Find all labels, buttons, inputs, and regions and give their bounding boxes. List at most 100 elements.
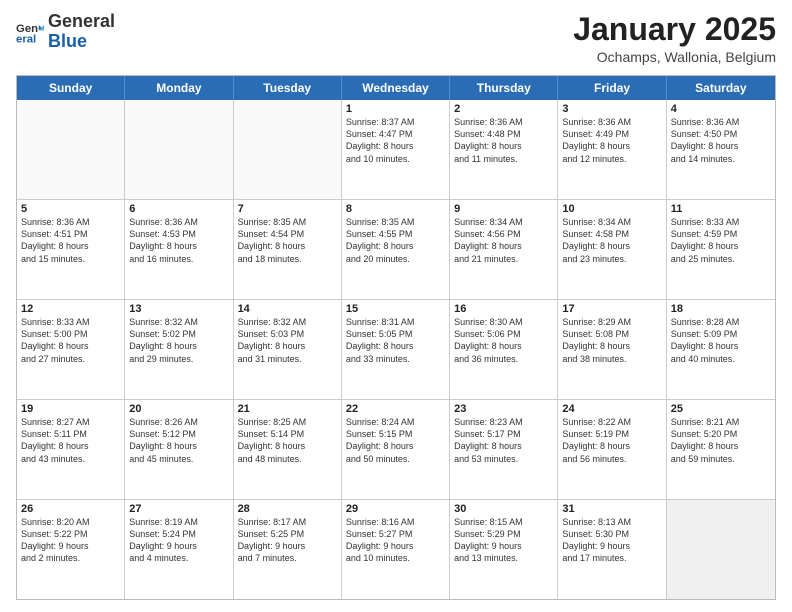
cell-text: Sunrise: 8:33 AM Sunset: 4:59 PM Dayligh… [671, 216, 771, 265]
calendar-cell: 19Sunrise: 8:27 AM Sunset: 5:11 PM Dayli… [17, 400, 125, 499]
cell-text: Sunrise: 8:20 AM Sunset: 5:22 PM Dayligh… [21, 516, 120, 565]
calendar-row-4: 26Sunrise: 8:20 AM Sunset: 5:22 PM Dayli… [17, 499, 775, 599]
day-number: 1 [346, 103, 445, 115]
calendar-cell: 15Sunrise: 8:31 AM Sunset: 5:05 PM Dayli… [342, 300, 450, 399]
calendar-cell: 13Sunrise: 8:32 AM Sunset: 5:02 PM Dayli… [125, 300, 233, 399]
cell-text: Sunrise: 8:30 AM Sunset: 5:06 PM Dayligh… [454, 316, 553, 365]
calendar-cell: 25Sunrise: 8:21 AM Sunset: 5:20 PM Dayli… [667, 400, 775, 499]
cell-text: Sunrise: 8:32 AM Sunset: 5:02 PM Dayligh… [129, 316, 228, 365]
cell-text: Sunrise: 8:34 AM Sunset: 4:58 PM Dayligh… [562, 216, 661, 265]
cell-text: Sunrise: 8:35 AM Sunset: 4:55 PM Dayligh… [346, 216, 445, 265]
cell-text: Sunrise: 8:36 AM Sunset: 4:53 PM Dayligh… [129, 216, 228, 265]
day-number: 19 [21, 403, 120, 415]
calendar-row-2: 12Sunrise: 8:33 AM Sunset: 5:00 PM Dayli… [17, 299, 775, 399]
cell-text: Sunrise: 8:37 AM Sunset: 4:47 PM Dayligh… [346, 116, 445, 165]
calendar-cell: 4Sunrise: 8:36 AM Sunset: 4:50 PM Daylig… [667, 100, 775, 199]
weekday-header-friday: Friday [558, 76, 666, 100]
cell-text: Sunrise: 8:13 AM Sunset: 5:30 PM Dayligh… [562, 516, 661, 565]
calendar-cell: 11Sunrise: 8:33 AM Sunset: 4:59 PM Dayli… [667, 200, 775, 299]
calendar-cell: 8Sunrise: 8:35 AM Sunset: 4:55 PM Daylig… [342, 200, 450, 299]
cell-text: Sunrise: 8:31 AM Sunset: 5:05 PM Dayligh… [346, 316, 445, 365]
day-number: 12 [21, 303, 120, 315]
calendar-header-row: SundayMondayTuesdayWednesdayThursdayFrid… [17, 76, 775, 100]
cell-text: Sunrise: 8:32 AM Sunset: 5:03 PM Dayligh… [238, 316, 337, 365]
calendar-cell: 28Sunrise: 8:17 AM Sunset: 5:25 PM Dayli… [234, 500, 342, 599]
title-block: January 2025 Ochamps, Wallonia, Belgium [573, 12, 776, 65]
day-number: 21 [238, 403, 337, 415]
cell-text: Sunrise: 8:27 AM Sunset: 5:11 PM Dayligh… [21, 416, 120, 465]
day-number: 22 [346, 403, 445, 415]
day-number: 29 [346, 503, 445, 515]
calendar-cell: 14Sunrise: 8:32 AM Sunset: 5:03 PM Dayli… [234, 300, 342, 399]
day-number: 27 [129, 503, 228, 515]
cell-text: Sunrise: 8:33 AM Sunset: 5:00 PM Dayligh… [21, 316, 120, 365]
day-number: 20 [129, 403, 228, 415]
cell-text: Sunrise: 8:35 AM Sunset: 4:54 PM Dayligh… [238, 216, 337, 265]
day-number: 7 [238, 203, 337, 215]
calendar-row-1: 5Sunrise: 8:36 AM Sunset: 4:51 PM Daylig… [17, 199, 775, 299]
calendar-cell [234, 100, 342, 199]
weekday-header-sunday: Sunday [17, 76, 125, 100]
calendar-cell: 9Sunrise: 8:34 AM Sunset: 4:56 PM Daylig… [450, 200, 558, 299]
cell-text: Sunrise: 8:23 AM Sunset: 5:17 PM Dayligh… [454, 416, 553, 465]
calendar-cell: 17Sunrise: 8:29 AM Sunset: 5:08 PM Dayli… [558, 300, 666, 399]
cell-text: Sunrise: 8:22 AM Sunset: 5:19 PM Dayligh… [562, 416, 661, 465]
calendar-cell: 1Sunrise: 8:37 AM Sunset: 4:47 PM Daylig… [342, 100, 450, 199]
cell-text: Sunrise: 8:15 AM Sunset: 5:29 PM Dayligh… [454, 516, 553, 565]
calendar-cell: 16Sunrise: 8:30 AM Sunset: 5:06 PM Dayli… [450, 300, 558, 399]
day-number: 13 [129, 303, 228, 315]
calendar-cell: 5Sunrise: 8:36 AM Sunset: 4:51 PM Daylig… [17, 200, 125, 299]
day-number: 15 [346, 303, 445, 315]
calendar-cell [667, 500, 775, 599]
page: Gen eral General Blue January 2025 Ocham… [0, 0, 792, 612]
calendar-cell: 2Sunrise: 8:36 AM Sunset: 4:48 PM Daylig… [450, 100, 558, 199]
location: Ochamps, Wallonia, Belgium [573, 49, 776, 65]
day-number: 28 [238, 503, 337, 515]
calendar-body: 1Sunrise: 8:37 AM Sunset: 4:47 PM Daylig… [17, 100, 775, 599]
calendar-cell: 22Sunrise: 8:24 AM Sunset: 5:15 PM Dayli… [342, 400, 450, 499]
weekday-header-monday: Monday [125, 76, 233, 100]
month-title: January 2025 [573, 12, 776, 47]
logo-icon: Gen eral [16, 18, 44, 46]
weekday-header-tuesday: Tuesday [234, 76, 342, 100]
calendar-row-3: 19Sunrise: 8:27 AM Sunset: 5:11 PM Dayli… [17, 399, 775, 499]
cell-text: Sunrise: 8:19 AM Sunset: 5:24 PM Dayligh… [129, 516, 228, 565]
calendar-cell [17, 100, 125, 199]
calendar-cell: 6Sunrise: 8:36 AM Sunset: 4:53 PM Daylig… [125, 200, 233, 299]
cell-text: Sunrise: 8:36 AM Sunset: 4:50 PM Dayligh… [671, 116, 771, 165]
logo: Gen eral General Blue [16, 12, 115, 52]
calendar-row-0: 1Sunrise: 8:37 AM Sunset: 4:47 PM Daylig… [17, 100, 775, 199]
day-number: 6 [129, 203, 228, 215]
day-number: 16 [454, 303, 553, 315]
calendar-cell: 7Sunrise: 8:35 AM Sunset: 4:54 PM Daylig… [234, 200, 342, 299]
cell-text: Sunrise: 8:36 AM Sunset: 4:51 PM Dayligh… [21, 216, 120, 265]
day-number: 2 [454, 103, 553, 115]
weekday-header-wednesday: Wednesday [342, 76, 450, 100]
calendar-cell: 21Sunrise: 8:25 AM Sunset: 5:14 PM Dayli… [234, 400, 342, 499]
calendar-cell: 3Sunrise: 8:36 AM Sunset: 4:49 PM Daylig… [558, 100, 666, 199]
day-number: 18 [671, 303, 771, 315]
calendar-cell [125, 100, 233, 199]
day-number: 4 [671, 103, 771, 115]
day-number: 26 [21, 503, 120, 515]
cell-text: Sunrise: 8:21 AM Sunset: 5:20 PM Dayligh… [671, 416, 771, 465]
calendar-cell: 10Sunrise: 8:34 AM Sunset: 4:58 PM Dayli… [558, 200, 666, 299]
day-number: 17 [562, 303, 661, 315]
day-number: 5 [21, 203, 120, 215]
day-number: 9 [454, 203, 553, 215]
cell-text: Sunrise: 8:36 AM Sunset: 4:49 PM Dayligh… [562, 116, 661, 165]
calendar: SundayMondayTuesdayWednesdayThursdayFrid… [16, 75, 776, 600]
day-number: 31 [562, 503, 661, 515]
calendar-cell: 24Sunrise: 8:22 AM Sunset: 5:19 PM Dayli… [558, 400, 666, 499]
svg-text:eral: eral [16, 33, 36, 45]
day-number: 8 [346, 203, 445, 215]
calendar-cell: 23Sunrise: 8:23 AM Sunset: 5:17 PM Dayli… [450, 400, 558, 499]
weekday-header-saturday: Saturday [667, 76, 775, 100]
day-number: 30 [454, 503, 553, 515]
day-number: 3 [562, 103, 661, 115]
calendar-cell: 26Sunrise: 8:20 AM Sunset: 5:22 PM Dayli… [17, 500, 125, 599]
cell-text: Sunrise: 8:26 AM Sunset: 5:12 PM Dayligh… [129, 416, 228, 465]
logo-general-text: General [48, 11, 115, 31]
calendar-cell: 27Sunrise: 8:19 AM Sunset: 5:24 PM Dayli… [125, 500, 233, 599]
cell-text: Sunrise: 8:25 AM Sunset: 5:14 PM Dayligh… [238, 416, 337, 465]
